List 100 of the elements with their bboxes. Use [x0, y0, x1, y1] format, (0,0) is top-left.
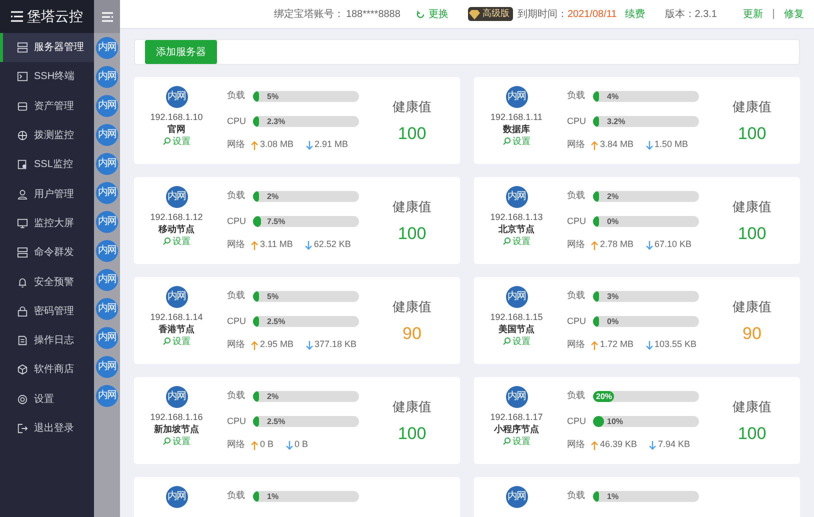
network-badge: 内网: [166, 186, 188, 208]
server-name: 北京节点: [498, 223, 534, 236]
download-reading: 2.91 MB: [306, 138, 348, 152]
cube-icon: [17, 364, 28, 376]
search-icon: [162, 237, 170, 246]
progress-reading: 1%: [267, 490, 279, 502]
search-icon: [162, 137, 170, 146]
account-label: 绑定宝塔账号：: [274, 8, 344, 22]
health-score: 100: [398, 122, 426, 145]
server-name: 数据库: [503, 123, 530, 136]
progress-reading: 2.5%: [267, 416, 286, 428]
network-badge: 内网: [506, 486, 528, 508]
sidebar-item[interactable]: 服务器管理: [0, 33, 94, 62]
network-badge: 内网: [506, 286, 528, 308]
download-reading: 67.10 KB: [646, 238, 692, 252]
metric-label: CPU: [227, 414, 247, 428]
network-badge: 内网: [96, 182, 118, 204]
metric-label: 负载: [567, 489, 586, 502]
server-name: 小程序节点: [494, 423, 539, 436]
metric-label: 负载: [567, 189, 586, 202]
network-badge: 内网: [96, 385, 118, 407]
account-number: 188****8888: [346, 8, 400, 22]
metric-label: CPU: [567, 214, 587, 228]
sidebar-item[interactable]: SSL监控: [0, 150, 94, 180]
progress-reading: 4%: [607, 90, 619, 102]
server-name: 美国节点: [498, 323, 534, 336]
metric-label: 网络: [567, 138, 585, 152]
ip-address: 192.168.1.17: [490, 412, 543, 424]
download-reading: 377.18 KB: [306, 338, 357, 352]
sidebar-item[interactable]: 设置: [0, 384, 94, 414]
ip-address: 192.168.1.10: [150, 112, 203, 124]
network-badge: 内网: [96, 124, 118, 146]
document-icon: [17, 335, 28, 346]
progress-reading: 2%: [267, 390, 279, 402]
network-badge: 内网: [506, 186, 528, 208]
upload-reading: 0 B: [251, 438, 274, 452]
metric-label: CPU: [567, 314, 587, 328]
box-icon: [17, 100, 28, 112]
network-badge: 内网: [96, 356, 118, 378]
expire-label: 到期时间：: [517, 8, 568, 22]
sidebar-item[interactable]: 退出登录: [0, 414, 94, 444]
progress-reading: 20%: [596, 390, 612, 402]
network-badge: 内网: [96, 211, 118, 233]
upload-reading: 3.84 MB: [591, 138, 634, 152]
down-arrow-icon: [304, 240, 312, 250]
up-arrow-icon: [591, 340, 598, 350]
metric-label: CPU: [227, 114, 247, 128]
network-badge: 内网: [96, 37, 118, 59]
metric-label: 网络: [227, 138, 245, 152]
progress-reading: 2.3%: [267, 116, 286, 128]
sidebar-item[interactable]: 监控大屏: [0, 208, 94, 238]
upload-reading: 2.78 MB: [591, 238, 634, 252]
metric-label: CPU: [227, 314, 247, 328]
metric-label: CPU: [227, 214, 247, 228]
metric-label: 负载: [227, 289, 246, 302]
up-arrow-icon: [251, 240, 258, 250]
health-score: 100: [738, 222, 766, 245]
refresh-icon: [416, 10, 426, 19]
sidebar-item[interactable]: 用户管理: [0, 179, 94, 209]
network-badge: 内网: [506, 86, 528, 108]
sidebar-item[interactable]: 密码管理: [0, 296, 94, 326]
collapse-button[interactable]: [94, 0, 120, 33]
metric-label: CPU: [567, 114, 587, 128]
metric-label: 网络: [567, 238, 585, 252]
ip-address: 192.168.1.11: [490, 112, 542, 124]
metric-label: 网络: [567, 438, 585, 452]
sidebar-item[interactable]: 拨测监控: [0, 120, 94, 150]
edition-badge: 高级版: [468, 7, 514, 22]
network-badge: 内网: [96, 327, 118, 349]
ip-address: 192.168.1.12: [150, 212, 203, 224]
sidebar-item[interactable]: SSH终端: [0, 62, 94, 92]
sidebar-item[interactable]: 命令群发: [0, 238, 94, 268]
metric-label: 网络: [227, 438, 245, 452]
sidebar-item[interactable]: 软件商店: [0, 355, 94, 385]
menu-icon: [102, 12, 112, 22]
network-badge: 内网: [96, 240, 118, 262]
server-name: 移动节点: [158, 223, 194, 236]
health-label: 健康值: [732, 398, 772, 416]
metric-label: CPU: [567, 414, 587, 428]
menu-icon: [11, 11, 23, 22]
expire-date: 2021/08/11: [567, 8, 617, 22]
sidebar-item[interactable]: 操作日志: [0, 326, 94, 356]
health-label: 健康值: [392, 298, 432, 316]
network-badge: 内网: [96, 95, 118, 117]
metric-label: 网络: [227, 238, 245, 252]
progress-reading: 0%: [607, 216, 619, 228]
globe-icon: [17, 130, 28, 142]
metric-label: 网络: [567, 338, 585, 352]
server-name: 官网: [168, 123, 186, 136]
ip-address: 192.168.1.15: [490, 312, 543, 324]
down-arrow-icon: [306, 140, 313, 150]
sidebar-item[interactable]: 安全预警: [0, 267, 94, 297]
metric-label: 负载: [227, 89, 246, 102]
network-badge: 内网: [96, 298, 118, 320]
health-score: 100: [738, 122, 766, 145]
progress-reading: 2%: [607, 190, 619, 202]
bell-icon: [17, 276, 28, 288]
logout-icon: [17, 423, 28, 434]
sidebar-item[interactable]: 资产管理: [0, 92, 94, 121]
server-icon: [17, 247, 28, 258]
